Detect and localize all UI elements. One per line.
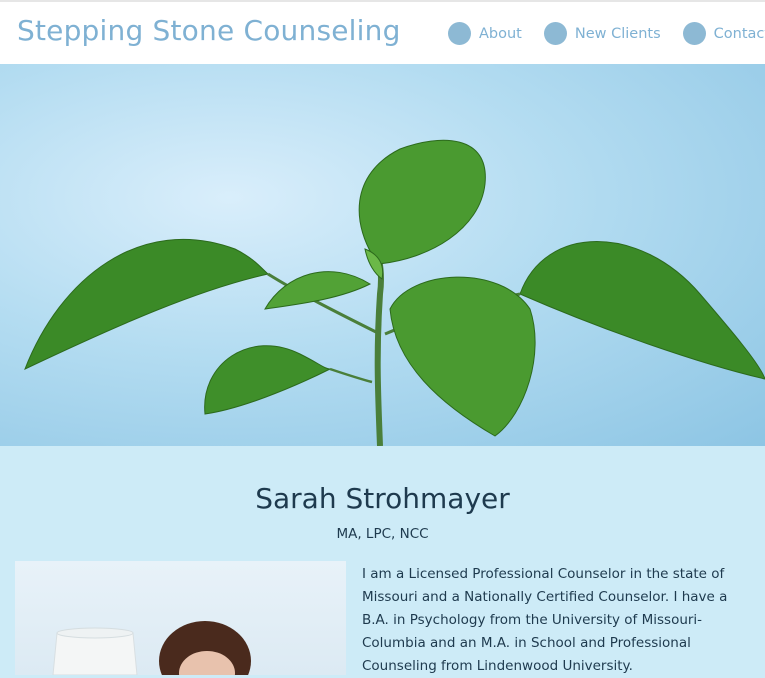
- nav-item-about[interactable]: About: [448, 22, 522, 45]
- site-header: Stepping Stone Counseling About New Clie…: [0, 0, 765, 64]
- portrait-photo: [15, 561, 346, 675]
- seedling-illustration: [24, 139, 765, 446]
- circle-icon: [448, 22, 471, 45]
- nav-item-contact[interactable]: Contact: [682, 22, 765, 45]
- circle-icon: [682, 22, 706, 45]
- profile-name: Sarah Strohmayer: [255, 482, 510, 515]
- circle-icon: [543, 22, 567, 45]
- portrait-illustration: [52, 621, 251, 675]
- profile-section: Sarah Strohmayer MA, LPC, NCC I am a Lic…: [0, 446, 765, 675]
- nav-label: About: [479, 25, 522, 42]
- nav-label: New Clients: [574, 25, 661, 42]
- hero-image: [0, 64, 765, 446]
- site-title[interactable]: Stepping Stone Counseling: [17, 14, 401, 47]
- nav-item-new-clients[interactable]: New Clients: [543, 22, 661, 45]
- profile-credentials: MA, LPC, NCC: [336, 526, 429, 542]
- nav-label: Contact: [713, 25, 765, 42]
- profile-bio: I am a Licensed Professional Counselor i…: [362, 566, 728, 674]
- main-nav: About New Clients Contact: [448, 22, 765, 45]
